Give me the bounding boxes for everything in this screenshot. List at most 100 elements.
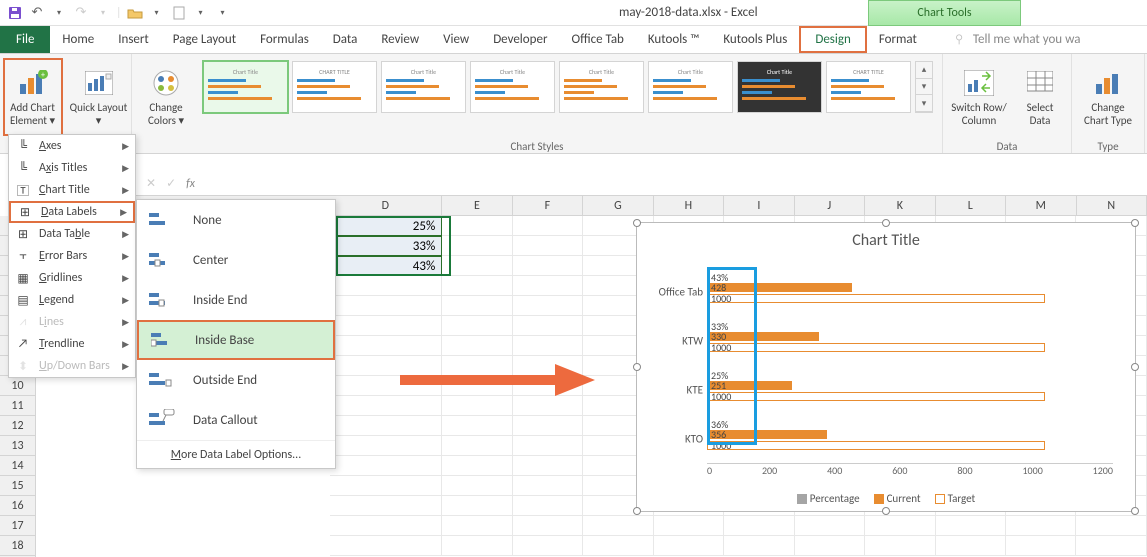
row-18[interactable]: 18	[0, 536, 35, 556]
select-data-button[interactable]: Select Data	[1015, 58, 1065, 136]
chart-style-1[interactable]: Chart Title	[203, 61, 288, 113]
col-N[interactable]: N	[1077, 196, 1147, 215]
sub-inside-base[interactable]: Inside Base	[137, 320, 335, 360]
data-label[interactable]: 1000	[711, 294, 731, 304]
sub-center[interactable]: Center	[137, 240, 335, 280]
tell-me-search[interactable]: Tell me what you wa	[941, 26, 1093, 53]
menu-trendline[interactable]: ↗Trendline▶	[9, 333, 135, 355]
tab-review[interactable]: Review	[369, 26, 431, 53]
chart-style-7[interactable]: Chart Title	[737, 61, 822, 113]
col-L[interactable]: L	[936, 196, 1006, 215]
menu-data-table[interactable]: ⊞Data Table▶	[9, 223, 135, 245]
row-13[interactable]: 13	[0, 436, 35, 456]
col-M[interactable]: M	[1006, 196, 1076, 215]
bar-target[interactable]	[707, 294, 1045, 303]
data-label[interactable]: 1000	[711, 392, 731, 402]
data-label[interactable]: 1000	[711, 441, 731, 451]
row-14[interactable]: 14	[0, 456, 35, 476]
chart-style-6[interactable]: Chart Title	[648, 61, 733, 113]
open-folder-icon[interactable]	[126, 4, 144, 22]
new-file-icon[interactable]	[170, 4, 188, 22]
row-15[interactable]: 15	[0, 476, 35, 496]
data-label[interactable]: 1000	[711, 343, 731, 353]
change-colors-button[interactable]: Change Colors ▾	[138, 58, 194, 136]
change-chart-type-button[interactable]: Change Chart Type	[1078, 58, 1138, 136]
col-H[interactable]: H	[654, 196, 724, 215]
chevron-down-icon[interactable]: ▾	[94, 4, 112, 22]
switch-row-column-button[interactable]: Switch Row/ Column	[949, 58, 1009, 136]
row-16[interactable]: 16	[0, 496, 35, 516]
tab-kutools[interactable]: Kutools ™	[636, 26, 712, 53]
col-G[interactable]: G	[583, 196, 653, 215]
tab-home[interactable]: Home	[50, 26, 106, 53]
legend-percentage[interactable]: Percentage	[797, 492, 860, 505]
chart-legend[interactable]: Percentage Current Target	[637, 492, 1135, 505]
y-category[interactable]: KTW	[645, 334, 707, 347]
undo-icon[interactable]: ↶	[28, 4, 46, 22]
row-11[interactable]: 11	[0, 396, 35, 416]
sub-inside-end[interactable]: Inside End	[137, 280, 335, 320]
menu-chart-title[interactable]: 🅃Chart Title▶	[9, 179, 135, 201]
legend-target[interactable]: Target	[935, 492, 976, 505]
chart-style-8[interactable]: CHART TITLE	[826, 61, 911, 113]
tab-page-layout[interactable]: Page Layout	[161, 26, 248, 53]
menu-axis-titles[interactable]: ╚Axis Titles▶	[9, 157, 135, 179]
add-chart-element-button[interactable]: + Add Chart Element ▾	[3, 58, 63, 136]
menu-gridlines[interactable]: ▦Gridlines▶	[9, 267, 135, 289]
tab-view[interactable]: View	[431, 26, 481, 53]
fx-icon[interactable]: fx	[186, 177, 195, 191]
qat-customize-icon[interactable]: ▾	[214, 4, 232, 22]
chevron-down-icon[interactable]: ▾	[148, 4, 166, 22]
chart-style-2[interactable]: CHART TITLE	[292, 61, 377, 113]
quick-layout-button[interactable]: Quick Layout ▾	[69, 58, 129, 136]
tab-insert[interactable]: Insert	[106, 26, 161, 53]
col-I[interactable]: I	[724, 196, 794, 215]
y-category[interactable]: KTE	[645, 383, 707, 396]
sub-outside-end[interactable]: Outside End	[137, 360, 335, 400]
tab-data[interactable]: Data	[321, 26, 370, 53]
tab-design[interactable]: Design	[799, 26, 866, 53]
bar-current[interactable]	[707, 283, 852, 292]
x-axis[interactable]: 020040060080010001200	[707, 463, 1113, 479]
save-icon[interactable]	[6, 4, 24, 22]
tab-developer[interactable]: Developer	[481, 26, 559, 53]
bar-target[interactable]	[707, 392, 1045, 401]
embedded-chart[interactable]: Chart Title Office Tab43%4281000KTW33%33…	[636, 222, 1136, 512]
col-J[interactable]: J	[795, 196, 865, 215]
tab-format[interactable]: Format	[867, 26, 929, 53]
cancel-icon[interactable]: ✕	[146, 176, 156, 191]
legend-current[interactable]: Current	[874, 492, 921, 505]
y-category[interactable]: KTO	[645, 432, 707, 445]
menu-data-labels[interactable]: ⊞Data Labels▶	[9, 201, 135, 223]
menu-axes[interactable]: ╚Axes▶	[9, 135, 135, 157]
y-category[interactable]: Office Tab	[645, 285, 707, 298]
redo-icon[interactable]: ↷	[72, 4, 90, 22]
sub-more-options[interactable]: More Data Label Options...	[137, 440, 335, 468]
row-10[interactable]: 10	[0, 376, 35, 396]
row-17[interactable]: 17	[0, 516, 35, 536]
col-E[interactable]: E	[442, 196, 512, 215]
chart-style-3[interactable]: Chart Title	[381, 61, 466, 113]
row-12[interactable]: 12	[0, 416, 35, 436]
tab-kutools-plus[interactable]: Kutools Plus	[711, 26, 799, 53]
bar-target[interactable]	[707, 343, 1045, 352]
tab-office-tab[interactable]: Office Tab	[559, 26, 635, 53]
chevron-down-icon[interactable]: ▾	[50, 4, 68, 22]
chevron-down-icon[interactable]: ▾	[192, 4, 210, 22]
chart-plot-area[interactable]: Office Tab43%4281000KTW33%3301000KTE25%2…	[707, 267, 1113, 463]
sub-data-callout[interactable]: Data Callout	[137, 400, 335, 440]
chart-title[interactable]: Chart Title	[637, 223, 1135, 258]
gallery-more-button[interactable]: ▴▾▾	[915, 61, 933, 113]
col-F[interactable]: F	[513, 196, 583, 215]
col-D[interactable]: D	[330, 196, 443, 215]
sub-none[interactable]: None	[137, 200, 335, 240]
menu-legend[interactable]: ▤Legend▶	[9, 289, 135, 311]
enter-icon[interactable]: ✓	[166, 176, 176, 191]
chart-style-4[interactable]: Chart Title	[470, 61, 555, 113]
tab-formulas[interactable]: Formulas	[248, 26, 321, 53]
col-K[interactable]: K	[865, 196, 935, 215]
chart-style-5[interactable]: Chart Title	[559, 61, 644, 113]
tab-file[interactable]: File	[0, 26, 50, 53]
menu-error-bars[interactable]: ⫟Error Bars▶	[9, 245, 135, 267]
bar-target[interactable]	[707, 441, 1045, 450]
